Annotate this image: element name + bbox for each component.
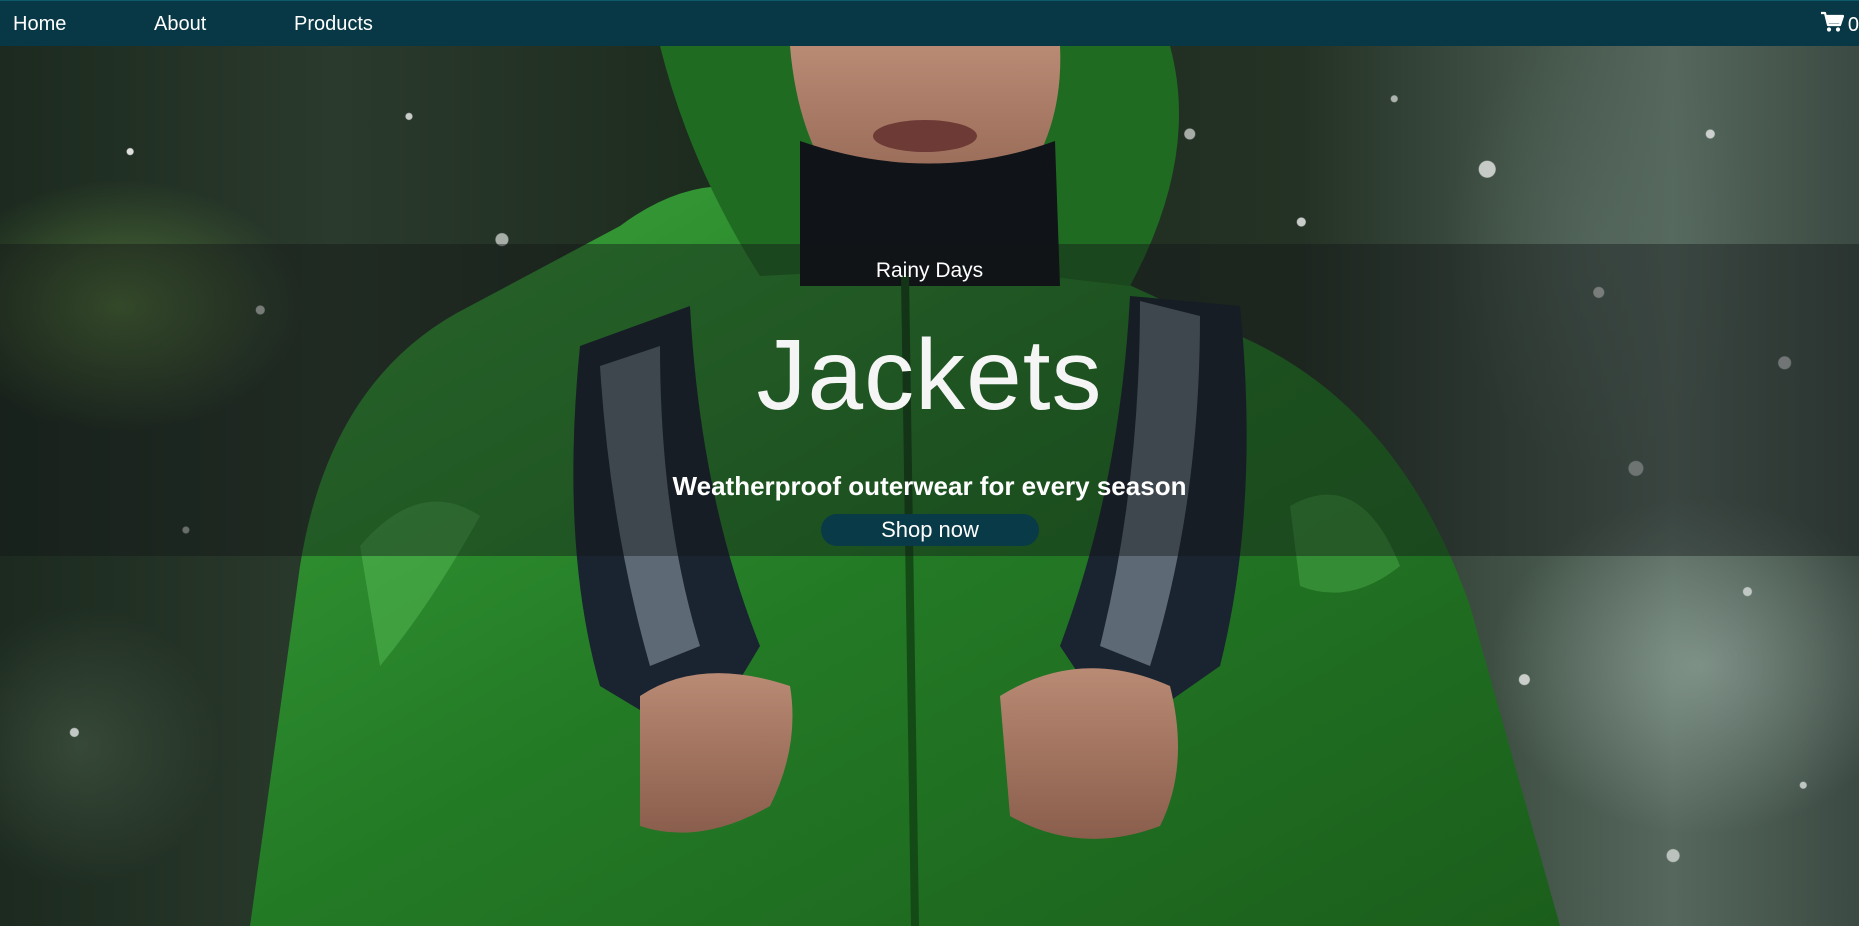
cart-count: 0 — [1847, 14, 1859, 36]
top-navbar: Home About Products 0 — [0, 0, 1859, 46]
page: Home About Products 0 Rainy Days Jackets… — [0, 0, 1859, 926]
nav-home-link[interactable]: Home — [13, 12, 66, 36]
nav-products-link[interactable]: Products — [294, 12, 373, 36]
hero-tagline: Weatherproof outerwear for every season — [672, 471, 1187, 501]
cart-button[interactable]: 0 — [1820, 11, 1859, 39]
cart-icon — [1820, 11, 1844, 39]
shop-now-button[interactable]: Shop now — [821, 514, 1039, 546]
hero-headline: Jackets — [756, 319, 1103, 431]
hero-eyebrow: Rainy Days — [875, 259, 984, 282]
nav-about-link[interactable]: About — [154, 12, 206, 36]
